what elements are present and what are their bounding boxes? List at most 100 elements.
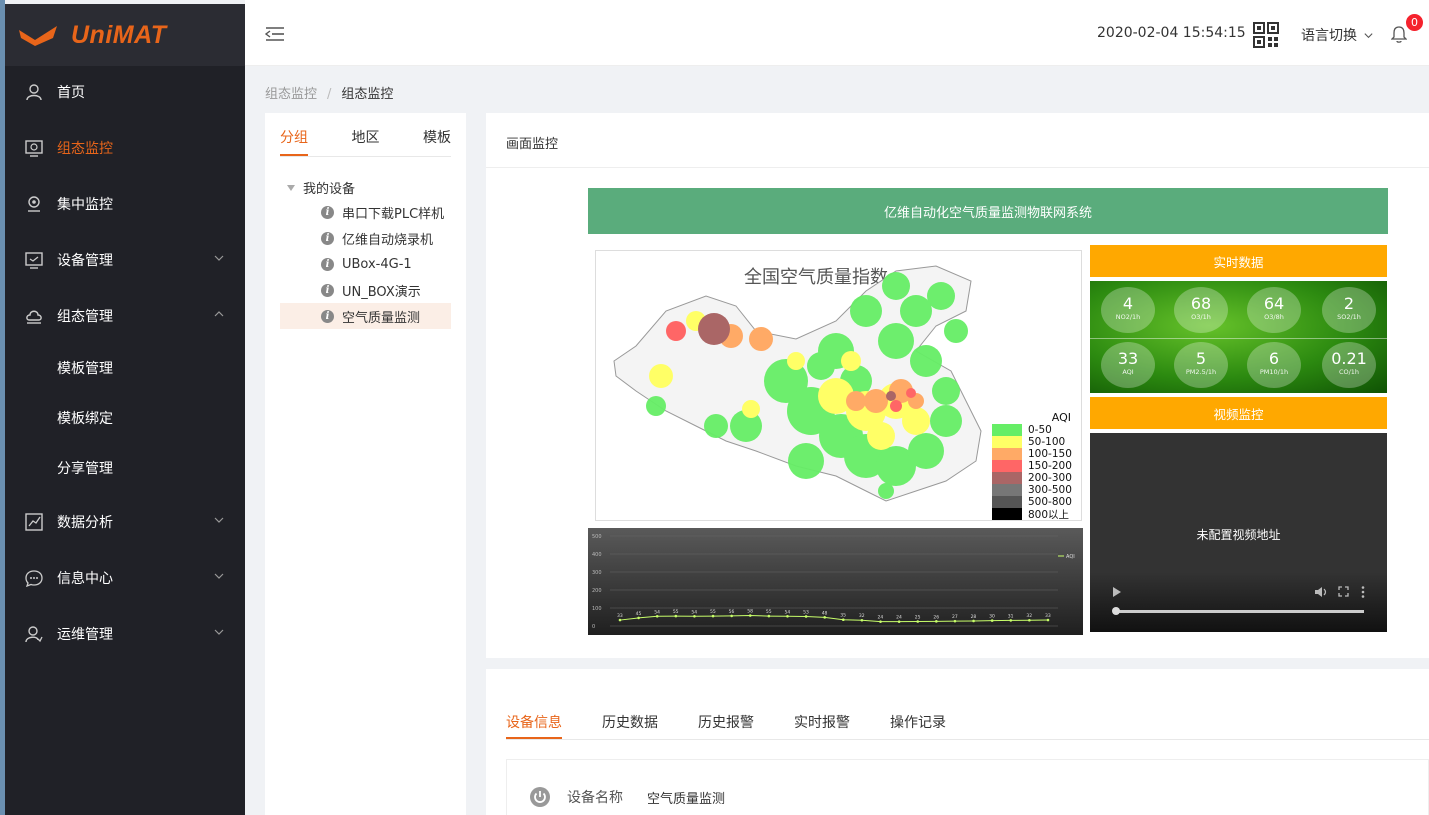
legend-label: 300-500 — [1028, 484, 1072, 496]
data-point — [618, 618, 622, 622]
data-point — [897, 620, 901, 623]
legend-swatch — [992, 472, 1022, 484]
realtime-value: 68 — [1190, 294, 1212, 313]
legend-swatch — [992, 484, 1022, 496]
legend-item: 800以上 — [992, 508, 1076, 520]
ops-user-icon — [25, 626, 43, 643]
sidebar-item-label: 分享管理 — [57, 461, 113, 477]
sidebar-item-device-mgmt[interactable]: 设备管理 — [5, 240, 245, 280]
legend-item: 300-500 — [992, 484, 1076, 496]
tree-root[interactable]: 我的设备 — [287, 178, 355, 197]
tab-template[interactable]: 模板 — [423, 127, 451, 156]
tab-device-info[interactable]: 设备信息 — [506, 712, 562, 739]
bell-icon[interactable] — [1391, 26, 1407, 43]
sidebar-item-label: 数据分析 — [57, 515, 113, 531]
realtime-name: O3/8h — [1264, 313, 1284, 321]
tab-history-data[interactable]: 历史数据 — [602, 712, 658, 739]
play-icon[interactable] — [1112, 586, 1122, 598]
tree-leaf-selected[interactable]: i 空气质量监测 — [280, 303, 451, 329]
sidebar-item-label: 组态监控 — [57, 141, 113, 157]
more-options-icon[interactable] — [1361, 586, 1365, 598]
volume-icon[interactable] — [1314, 586, 1328, 598]
monitor-icon — [25, 140, 43, 157]
realtime-name: SO2/1h — [1337, 313, 1361, 321]
legend-swatch — [992, 496, 1022, 508]
unimat-logo-icon — [19, 26, 57, 46]
fullscreen-icon[interactable] — [1338, 586, 1349, 597]
sidebar-item-label: 组态管理 — [57, 309, 113, 325]
system-title-bar: 亿维自动化空气质量监测物联网系统 — [588, 188, 1388, 234]
realtime-value: 64 — [1263, 294, 1285, 313]
sidebar-item-data-analysis[interactable]: 数据分析 — [5, 502, 245, 542]
sidebar-item-label: 集中监控 — [57, 197, 113, 213]
sidebar-item-label: 模板绑定 — [57, 411, 113, 427]
sidebar-item-label: 运维管理 — [57, 627, 113, 643]
realtime-name: PM10/1h — [1259, 368, 1289, 376]
tree-leaf[interactable]: i UN_BOX演示 — [280, 277, 451, 303]
sidebar-item-config-monitor[interactable]: 组态监控 — [5, 128, 245, 168]
breadcrumb-current: 组态监控 — [341, 87, 394, 102]
sidebar-item-template-binding[interactable]: 模板绑定 — [5, 398, 245, 438]
logo[interactable]: UniMAT — [5, 4, 245, 66]
data-label: 32 — [1026, 613, 1032, 619]
sidebar-item-share-mgmt[interactable]: 分享管理 — [5, 448, 245, 488]
top-header: 2020-02-04 15:54:15 语言切换 0 — [245, 0, 1429, 66]
data-point — [1046, 618, 1050, 622]
breadcrumb-parent[interactable]: 组态监控 — [265, 87, 317, 102]
tab-realtime-alarm[interactable]: 实时报警 — [794, 712, 850, 739]
data-point — [767, 614, 771, 618]
tree-leaf[interactable]: i 串口下载PLC样机 — [280, 199, 451, 225]
details-tabs: 设备信息 历史数据 历史报警 实时报警 操作记录 — [506, 712, 1429, 740]
data-label: 58 — [747, 609, 753, 615]
notification-badge: 0 — [1405, 13, 1424, 32]
y-tick-label: 400 — [592, 552, 602, 558]
tree-leaf[interactable]: i UBox-4G-1 — [280, 251, 451, 277]
data-label: 53 — [803, 609, 809, 615]
china-map-graphic — [613, 265, 982, 502]
sidebar-item-home[interactable]: 首页 — [5, 72, 245, 112]
data-label: 54 — [784, 609, 790, 615]
tree-tabs: 分组 地区 模板 — [280, 127, 451, 157]
sidebar-item-config-mgmt[interactable]: 组态管理 — [5, 296, 245, 336]
aqi-map: 全国空气质量指数 AQI 0-50 50-100 100-150 150-200 200 — [595, 250, 1082, 521]
realtime-item: 33 AQI — [1101, 342, 1155, 388]
sidebar-item-ops-mgmt[interactable]: 运维管理 — [5, 614, 245, 654]
realtime-item: 64 O3/8h — [1247, 287, 1301, 333]
trend-chart-svg: 0 100 200 300 400 500 33 45 54 55 54 55 56 58 55 54 53 48… — [592, 534, 1075, 630]
legend-swatch — [992, 448, 1022, 460]
data-label: 33 — [1045, 613, 1051, 619]
tab-region[interactable]: 地区 — [352, 127, 380, 156]
sidebar-item-template-mgmt[interactable]: 模板管理 — [5, 348, 245, 388]
legend-swatch — [992, 424, 1022, 436]
tab-group[interactable]: 分组 — [280, 127, 308, 156]
video-player[interactable]: 未配置视频地址 — [1090, 433, 1387, 632]
tab-history-alarm[interactable]: 历史报警 — [698, 712, 754, 739]
video-message: 未配置视频地址 — [1196, 528, 1281, 542]
data-label: 25 — [915, 615, 921, 621]
qr-code-icon[interactable] — [1253, 22, 1279, 48]
device-details-panel: 设备信息 历史数据 历史报警 实时报警 操作记录 设备名称 空气质量监测 — [486, 669, 1429, 815]
sidebar-item-central-monitor[interactable]: 集中监控 — [5, 184, 245, 224]
realtime-value: 2 — [1343, 294, 1355, 313]
data-point — [879, 620, 882, 623]
legend-label: 100-150 — [1028, 448, 1072, 460]
collapse-menu-icon[interactable] — [265, 26, 285, 42]
info-icon: i — [321, 283, 334, 297]
device-name-value: 空气质量监测 — [647, 792, 726, 807]
video-progress-handle[interactable] — [1112, 607, 1120, 615]
aqi-trend-chart: 0 100 200 300 400 500 33 45 54 55 54 55 56 58 55 54 53 48… — [588, 528, 1083, 635]
tab-operation-log[interactable]: 操作记录 — [890, 712, 946, 739]
tree-leaf[interactable]: i 亿维自动烧录机 — [280, 225, 451, 251]
chevron-up-icon — [214, 311, 224, 317]
header-datetime: 2020-02-04 15:54:15 — [1097, 25, 1246, 41]
divider — [1090, 338, 1387, 339]
data-point — [804, 615, 808, 618]
realtime-name: O3/1h — [1191, 313, 1211, 321]
sidebar-item-info-center[interactable]: 信息中心 — [5, 558, 245, 598]
panel-title: 画面监控 — [506, 137, 559, 152]
video-progress-bar[interactable] — [1114, 610, 1364, 613]
data-point — [711, 614, 715, 618]
language-switch[interactable]: 语言切换 — [1301, 25, 1374, 45]
tree-root-label: 我的设备 — [303, 182, 356, 197]
data-point — [842, 618, 845, 621]
